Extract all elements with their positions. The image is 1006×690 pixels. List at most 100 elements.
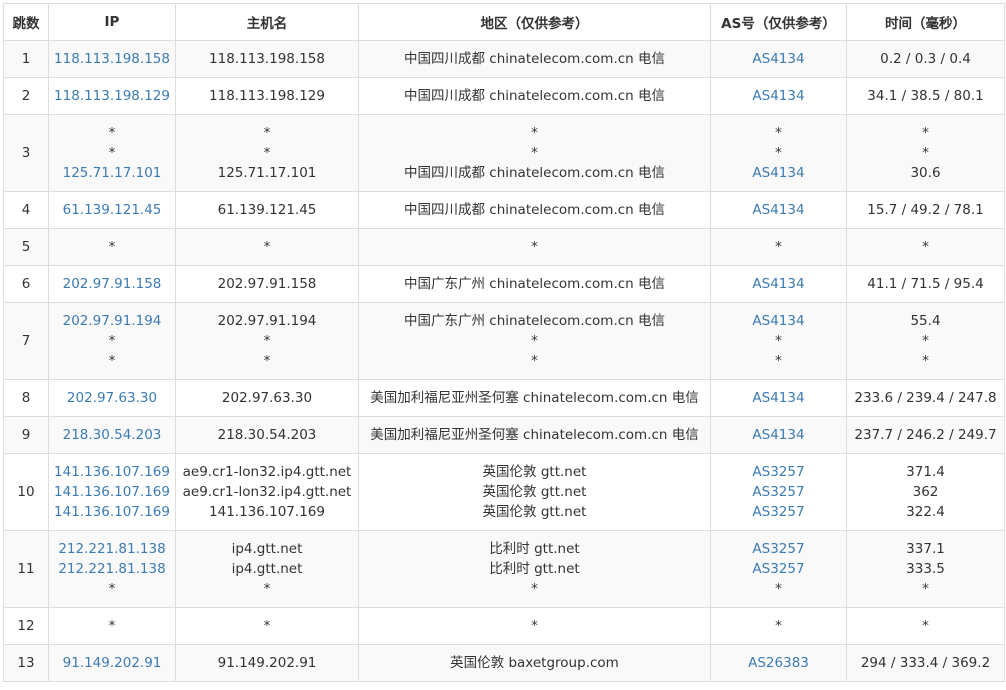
hostname-cell: 61.139.121.45 [175,191,359,229]
table-row: 2 118.113.198.129 118.113.198.129 中国四川成都 ch… [3,77,1005,115]
region-text: 中国四川成都 chinatelecom.com.cn 电信 [403,202,666,218]
ip-link[interactable]: 202.97.91.194 [51,311,173,331]
as-number-cell: AS4134 [710,265,847,303]
ip-link[interactable]: 212.221.81.138 [51,559,173,579]
region-cell: 英国伦敦 baxetgroup.com [358,644,711,682]
hop-number: 3 [3,114,49,192]
ip-cell: 212.221.81.138 212.221.81.138 * [48,530,176,608]
as-number-cell: AS4134 [710,77,847,115]
as-link[interactable]: AS4134 [713,274,844,294]
timeout-marker: * [922,353,929,369]
region-cell: * * 中国四川成都 chinatelecom.com.cn 电信 [358,114,711,192]
ip-link[interactable]: 91.149.202.91 [51,653,173,673]
as-link[interactable]: AS4134 [713,49,844,69]
ip-link[interactable]: 118.113.198.129 [51,86,173,106]
as-link[interactable]: AS3257 [713,502,844,522]
as-link[interactable]: AS4134 [713,200,844,220]
ip-link[interactable]: 125.71.17.101 [51,163,173,183]
table-row: 6 202.97.91.158 202.97.91.158 中国广东广州 chinat… [3,265,1005,303]
region-text: 中国广东广州 chinatelecom.com.cn 电信 [403,276,666,292]
timeout-marker: * [263,353,271,369]
time-text: 371.4 [906,464,945,480]
as-link[interactable]: AS4134 [713,163,844,183]
timeout-marker: * [263,239,271,255]
table-row: 5 * * * * * [3,228,1005,266]
latency-cell: 15.7 / 49.2 / 78.1 [846,191,1005,229]
timeout-marker: * [108,125,116,141]
hop-number: 11 [3,530,49,608]
timeout-marker: * [775,333,782,349]
timeout-marker: * [922,618,929,634]
hop-number: 12 [3,607,49,645]
ip-link[interactable]: 141.136.107.169 [51,462,173,482]
as-link[interactable]: AS4134 [713,86,844,106]
ip-link[interactable]: 212.221.81.138 [51,539,173,559]
region-text: 美国加利福尼亚州圣何塞 chinatelecom.com.cn 电信 [370,427,699,443]
timeout-marker: * [922,125,929,141]
host-text: 125.71.17.101 [217,165,317,181]
column-header-region: 地区（仅供参考） [358,3,711,41]
ip-cell: 61.139.121.45 [48,191,176,229]
as-link[interactable]: AS26383 [713,653,844,673]
time-text: 322.4 [906,504,945,520]
hop-number: 4 [3,191,49,229]
region-cell: 英国伦敦 gtt.net 英国伦敦 gtt.net 英国伦敦 gtt.net [358,453,711,531]
region-cell: 美国加利福尼亚州圣何塞 chinatelecom.com.cn 电信 [358,379,711,417]
as-link[interactable]: AS4134 [713,311,844,331]
region-text: 英国伦敦 baxetgroup.com [450,655,619,671]
region-cell: 中国四川成都 chinatelecom.com.cn 电信 [358,77,711,115]
table-body: 1 118.113.198.158 118.113.198.158 中国四川成都 ch… [3,40,1005,682]
latency-cell: * [846,607,1005,645]
as-link[interactable]: AS3257 [713,482,844,502]
latency-cell: 371.4 362 322.4 [846,453,1005,531]
host-text: 118.113.198.129 [209,88,325,104]
region-cell: * [358,607,711,645]
ip-link[interactable]: 141.136.107.169 [51,482,173,502]
timeout-marker: * [263,581,271,597]
ip-link[interactable]: 118.113.198.158 [51,49,173,69]
timeout-marker: * [775,353,782,369]
as-number-cell: AS3257 AS3257 AS3257 [710,453,847,531]
as-link[interactable]: AS3257 [713,539,844,559]
as-link[interactable]: AS3257 [713,559,844,579]
ip-cell: 202.97.91.194 * * [48,302,176,380]
hop-number: 1 [3,40,49,78]
hostname-cell: ae9.cr1-lon32.ip4.gtt.net ae9.cr1-lon32.i… [175,453,359,531]
timeout-marker: * [531,239,538,255]
table-row: 3 * * 125.71.17.101 * * 125.71.17.101 * * 中国四川成都 … [3,114,1005,192]
as-link[interactable]: AS4134 [713,425,844,445]
ip-link[interactable]: 61.139.121.45 [51,200,173,220]
ip-cell: 202.97.63.30 [48,379,176,417]
ip-cell: * * 125.71.17.101 [48,114,176,192]
hop-number: 10 [3,453,49,531]
ip-cell: 202.97.91.158 [48,265,176,303]
hostname-cell: 202.97.91.158 [175,265,359,303]
ip-link[interactable]: 218.30.54.203 [51,425,173,445]
as-number-cell: AS3257 AS3257 * [710,530,847,608]
time-text: 0.2 / 0.3 / 0.4 [880,51,971,67]
timeout-marker: * [922,333,929,349]
timeout-marker: * [108,145,116,161]
region-text: 比利时 gtt.net [489,561,580,577]
ip-link[interactable]: 141.136.107.169 [51,502,173,522]
as-link[interactable]: AS3257 [713,462,844,482]
time-text: 337.1 [906,541,945,557]
column-header-time: 时间（毫秒） [846,3,1005,41]
hop-number: 6 [3,265,49,303]
table-row: 9 218.30.54.203 218.30.54.203 美国加利福尼亚州圣何塞 c… [3,416,1005,454]
timeout-marker: * [775,125,782,141]
ip-link[interactable]: 202.97.91.158 [51,274,173,294]
ip-link[interactable]: 202.97.63.30 [51,388,173,408]
table-row: 12 * * * * * [3,607,1005,645]
region-text: 比利时 gtt.net [489,541,580,557]
as-number-cell: * [710,607,847,645]
as-number-cell: AS4134 * * [710,302,847,380]
as-number-cell: * * AS4134 [710,114,847,192]
latency-cell: 55.4 * * [846,302,1005,380]
as-link[interactable]: AS4134 [713,388,844,408]
timeout-marker: * [775,618,782,634]
time-text: 294 / 333.4 / 369.2 [860,655,991,671]
table-header: 跳数 IP 主机名 地区（仅供参考） AS号（仅供参考） 时间（毫秒） [3,3,1005,41]
hostname-cell: * [175,607,359,645]
hop-number: 8 [3,379,49,417]
